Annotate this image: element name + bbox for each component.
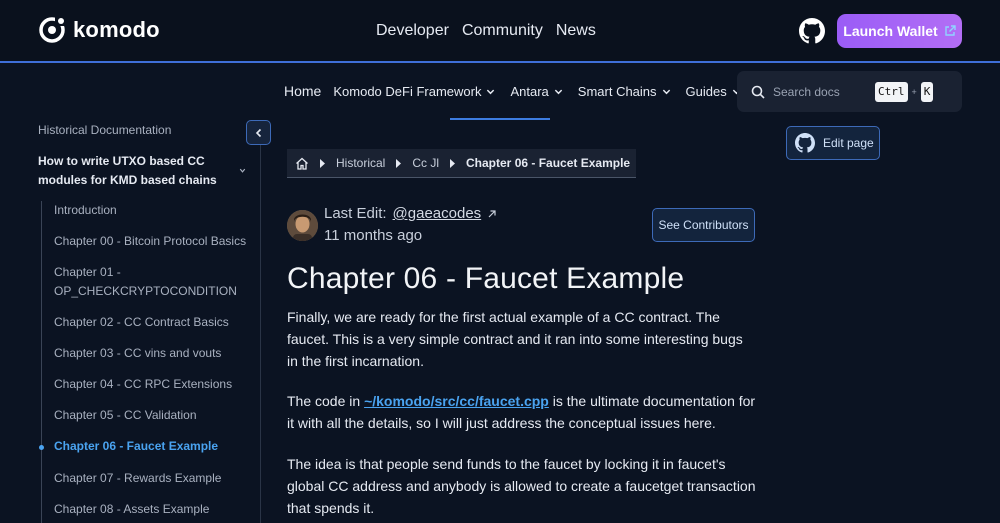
- faucet-source-link[interactable]: ~/komodo/src/cc/faucet.cpp: [364, 393, 549, 409]
- subnav-defi-framework[interactable]: Komodo DeFi Framework: [333, 84, 495, 99]
- paragraph-code-location: The code in ~/komodo/src/cc/faucet.cpp i…: [287, 390, 757, 434]
- sidebar-item-chapter-02[interactable]: Chapter 02 - CC Contract Basics: [54, 313, 254, 332]
- breadcrumb-historical[interactable]: Historical: [336, 156, 385, 170]
- sidebar-section-title[interactable]: How to write UTXO based CC modules for K…: [38, 152, 228, 190]
- chevron-down-icon[interactable]: [238, 166, 247, 175]
- subnav-label: Guides: [685, 83, 727, 99]
- sidebar-tree-line: [41, 201, 42, 523]
- active-subnav-indicator: [450, 118, 550, 120]
- nav-news[interactable]: News: [556, 22, 596, 40]
- sidebar-item-chapter-04[interactable]: Chapter 04 - CC RPC Extensions: [54, 375, 254, 394]
- chevron-down-icon: [487, 89, 495, 94]
- nav-developer[interactable]: Developer: [376, 22, 449, 40]
- shortcut-plus: +: [911, 86, 917, 97]
- sidebar-item-chapter-05[interactable]: Chapter 05 - CC Validation: [54, 406, 254, 425]
- page-title: Chapter 06 - Faucet Example: [287, 262, 685, 295]
- github-icon: [795, 133, 815, 153]
- sidebar-heading: Historical Documentation: [38, 123, 172, 137]
- shortcut-key-ctrl: Ctrl: [875, 81, 908, 102]
- search-docs-box[interactable]: Search docs Ctrl + K: [737, 71, 962, 112]
- breadcrumb-current: Chapter 06 - Faucet Example: [466, 156, 631, 170]
- sidebar-item-chapter-01[interactable]: Chapter 01 - OP_CHECKCRYPTOCONDITION: [54, 263, 244, 301]
- docs-subnav: Home Komodo DeFi Framework Antara Smart …: [284, 83, 756, 99]
- launch-wallet-label: Launch Wallet: [843, 23, 938, 39]
- subnav-antara[interactable]: Antara: [510, 84, 562, 99]
- subnav-guides[interactable]: Guides: [686, 84, 741, 99]
- breadcrumb-separator-icon: [320, 158, 325, 168]
- main-nav: Developer Community News: [376, 22, 596, 40]
- breadcrumb-separator-icon: [396, 158, 402, 168]
- chevron-down-icon: [554, 89, 562, 94]
- home-icon[interactable]: [295, 157, 309, 170]
- subnav-label: Smart Chains: [577, 83, 657, 99]
- shortcut-key-k: K: [920, 81, 934, 102]
- arrow-up-right-icon: [488, 209, 496, 217]
- see-contributors-button[interactable]: See Contributors: [652, 208, 755, 242]
- last-edit-label: Last Edit:: [324, 205, 387, 222]
- author-avatar: [287, 210, 318, 241]
- external-link-icon: [944, 25, 956, 36]
- launch-wallet-button[interactable]: Launch Wallet: [837, 14, 962, 48]
- search-icon: [751, 85, 765, 99]
- komodo-logo-icon: [39, 17, 66, 43]
- breadcrumb: Historical Cc Jl Chapter 06 - Faucet Exa…: [287, 149, 636, 178]
- sidebar-item-chapter-07[interactable]: Chapter 07 - Rewards Example: [54, 469, 254, 488]
- top-navbar: komodo Developer Community News Launch W…: [0, 0, 1000, 63]
- github-icon[interactable]: [799, 18, 825, 44]
- paragraph-text: The code in: [287, 393, 365, 409]
- chevron-left-icon: [255, 128, 261, 137]
- sidebar-item-chapter-06[interactable]: Chapter 06 - Faucet Example: [54, 437, 254, 456]
- subnav-home[interactable]: Home: [284, 83, 321, 99]
- breadcrumb-cc-jl[interactable]: Cc Jl: [412, 156, 439, 170]
- nav-community[interactable]: Community: [462, 22, 543, 40]
- subnav-smart-chains[interactable]: Smart Chains: [578, 84, 671, 99]
- active-item-dot: [39, 445, 44, 450]
- avatar-image: [287, 210, 318, 241]
- paragraph-faucet-idea: The idea is that people send funds to th…: [287, 456, 756, 516]
- chevron-down-icon: [662, 89, 670, 94]
- paragraph-intro: Finally, we are ready for the first actu…: [287, 309, 743, 369]
- edit-page-label: Edit page: [823, 136, 874, 150]
- collapse-sidebar-button[interactable]: [246, 120, 271, 145]
- author-link[interactable]: @gaeacodes: [393, 205, 482, 222]
- subnav-label: Antara: [510, 83, 549, 99]
- last-edit-time: 11 months ago: [324, 227, 423, 244]
- sidebar-item-chapter-00[interactable]: Chapter 00 - Bitcoin Protocol Basics: [54, 232, 254, 251]
- brand-logo[interactable]: komodo: [38, 16, 160, 44]
- subnav-label: Komodo DeFi Framework: [333, 83, 482, 99]
- last-edit-line: Last Edit: @gaeacodes: [324, 205, 497, 222]
- edit-page-button[interactable]: Edit page: [786, 126, 880, 160]
- breadcrumb-separator-icon: [450, 158, 456, 168]
- sidebar-item-chapter-08[interactable]: Chapter 08 - Assets Example: [54, 500, 254, 519]
- brand-name: komodo: [73, 17, 160, 42]
- sidebar-item-chapter-03[interactable]: Chapter 03 - CC vins and vouts: [54, 344, 254, 363]
- sidebar-item-introduction[interactable]: Introduction: [54, 201, 254, 220]
- search-placeholder: Search docs: [773, 84, 840, 99]
